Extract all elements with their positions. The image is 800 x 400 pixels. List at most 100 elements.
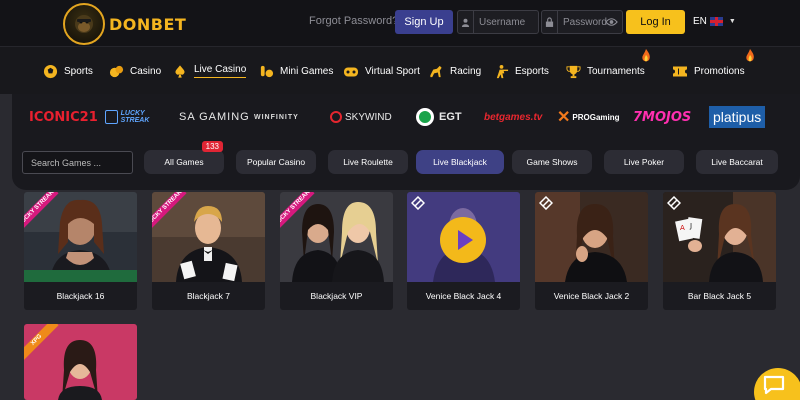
game-card-bar-black-jack-5[interactable]: AJ Bar Black Jack 5: [663, 192, 776, 310]
tab-label: Popular Casino: [246, 157, 306, 167]
tab-all-games[interactable]: All Games 133: [144, 141, 224, 174]
eye-icon[interactable]: [605, 16, 618, 31]
password-placeholder: Password: [563, 16, 607, 28]
flame-icon: [642, 49, 650, 62]
nav-item-mini-games[interactable]: Mini Games: [258, 57, 333, 85]
game-thumbnail: LUCKY STREAK: [24, 192, 137, 282]
nav-label: Tournaments: [587, 65, 645, 77]
svg-text:A: A: [680, 224, 685, 232]
nav-label: Mini Games: [280, 65, 334, 77]
tab-label: All Games: [164, 157, 204, 167]
tab-game-shows[interactable]: Game Shows: [512, 150, 592, 174]
live-chat-button[interactable]: [754, 368, 800, 400]
game-thumbnail: LUCKY STREAK: [152, 192, 265, 282]
count-badge: 133: [201, 141, 223, 152]
game-thumbnail: [407, 192, 520, 282]
coins-icon: [108, 63, 124, 79]
lucky-streak-icon: [105, 110, 118, 124]
signup-button[interactable]: Sign Up: [395, 10, 453, 34]
provider-skywind[interactable]: SKYWIND: [330, 106, 392, 128]
provider-lucky-streak[interactable]: LUCKY STREAK: [105, 106, 169, 128]
soccer-ball-icon: [42, 63, 58, 79]
tab-live-roulette[interactable]: Live Roulette: [328, 150, 408, 174]
game-card-xpg[interactable]: XPG: [24, 324, 137, 400]
game-thumbnail: [535, 192, 648, 282]
tab-label: Live Roulette: [343, 157, 393, 167]
nav-item-casino[interactable]: Casino: [108, 57, 161, 85]
bowling-icon: [258, 63, 274, 79]
svg-text:J: J: [689, 222, 692, 230]
gorilla-logo-icon: [63, 3, 105, 45]
egt-icon: [416, 108, 434, 126]
gamepad-icon: [343, 63, 359, 79]
game-card-blackjack-7[interactable]: LUCKY STREAK Blackjack 7: [152, 192, 265, 310]
nav-label: Virtual Sport: [365, 65, 420, 77]
provider-betgames[interactable]: betgames.tv: [484, 106, 542, 128]
flame-icon: [746, 49, 754, 62]
shooter-icon: [493, 63, 509, 79]
nav-label: Promotions: [694, 65, 745, 77]
nav-item-virtual-sport[interactable]: Virtual Sport: [343, 57, 420, 85]
tab-label: Game Shows: [526, 157, 578, 167]
nav-item-esports[interactable]: Esports: [493, 57, 549, 85]
provider-filter-panel: ICONIC21 LUCKY STREAK SA GAMING WINFINIT…: [12, 94, 800, 190]
ticket-icon: [672, 63, 688, 79]
password-field[interactable]: Password: [541, 10, 623, 34]
nav-item-tournaments[interactable]: Tournaments: [565, 49, 650, 85]
tab-label: Live Blackjack: [433, 157, 487, 167]
provider-egt[interactable]: EGT: [416, 106, 462, 128]
spade-icon: [172, 63, 188, 79]
provider-winfinity[interactable]: WINFINITY: [254, 106, 299, 128]
language-code: EN: [693, 16, 707, 27]
game-card-venice-black-jack-2[interactable]: Venice Black Jack 2: [535, 192, 648, 310]
provider-platipus[interactable]: platipus: [709, 106, 766, 128]
donbet-logo[interactable]: DONBET: [63, 3, 193, 45]
game-thumbnail: XPG: [24, 324, 137, 400]
nav-label: Casino: [130, 65, 162, 77]
game-thumbnail: LUCKY STREAK: [280, 192, 393, 282]
provider-progaming[interactable]: ✕ PROGaming: [557, 106, 620, 128]
username-field[interactable]: Username: [457, 10, 539, 34]
provider-sa-gaming[interactable]: SA GAMING: [179, 106, 250, 128]
game-title: Blackjack 7: [187, 291, 230, 301]
horse-icon: [428, 63, 444, 79]
game-title: Venice Black Jack 2: [553, 291, 630, 301]
user-icon: [458, 11, 474, 33]
nav-item-live-casino[interactable]: Live Casino: [172, 57, 247, 85]
game-title: Bar Black Jack 5: [687, 291, 752, 301]
uk-flag-icon: [709, 17, 723, 26]
provider-7mojos[interactable]: 7MOJOS: [633, 106, 691, 128]
language-selector[interactable]: EN ▼: [693, 16, 736, 27]
trophy-icon: [565, 63, 581, 79]
nav-item-promotions[interactable]: Promotions: [672, 49, 754, 85]
forgot-password-link[interactable]: Forgot Password?: [309, 15, 398, 27]
logo-text: DONBET: [109, 14, 187, 34]
game-card-blackjack-16[interactable]: LUCKY STREAK Blackjack 16: [24, 192, 137, 310]
game-title: Blackjack 16: [56, 291, 105, 301]
provider-iconic21[interactable]: ICONIC21: [29, 106, 98, 128]
lock-icon: [542, 11, 558, 33]
game-card-blackjack-vip[interactable]: LUCKY STREAK Blackjack VIP: [280, 192, 393, 310]
game-card-venice-black-jack-4[interactable]: Venice Black Jack 4: [407, 192, 520, 310]
chevron-down-icon: ▼: [728, 18, 736, 25]
tab-live-blackjack[interactable]: Live Blackjack: [416, 150, 504, 174]
game-thumbnail: AJ: [663, 192, 776, 282]
play-icon[interactable]: [440, 217, 486, 263]
tab-popular-casino[interactable]: Popular Casino: [236, 150, 316, 174]
game-title: Venice Black Jack 4: [425, 291, 502, 301]
nav-label: Racing: [450, 65, 482, 77]
tab-live-baccarat[interactable]: Live Baccarat: [696, 150, 778, 174]
tab-live-poker[interactable]: Live Poker: [604, 150, 684, 174]
nav-label: Esports: [515, 65, 549, 77]
provider-label: PROGaming: [572, 112, 620, 122]
tab-label: Live Baccarat: [711, 157, 763, 167]
login-button[interactable]: Log In: [626, 10, 685, 34]
provider-label: LUCKY STREAK: [120, 110, 150, 124]
skywind-icon: [330, 111, 342, 123]
provider-label: EGT: [439, 111, 462, 123]
nav-label: Sports: [64, 65, 93, 77]
nav-item-racing[interactable]: Racing: [428, 57, 481, 85]
nav-label: Live Casino: [194, 64, 247, 78]
nav-item-sports[interactable]: Sports: [42, 57, 93, 85]
search-games-input[interactable]: [22, 151, 133, 174]
